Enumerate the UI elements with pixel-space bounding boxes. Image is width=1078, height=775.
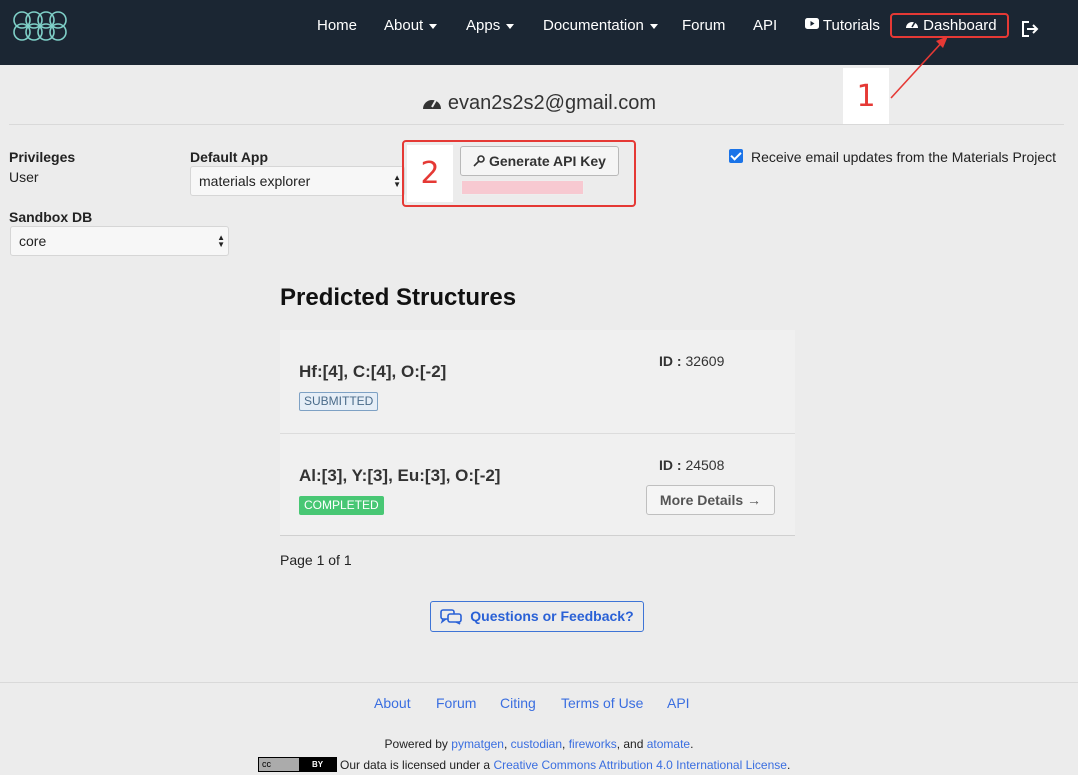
- id-value: 32609: [685, 353, 725, 369]
- email-updates-checkbox[interactable]: [729, 149, 743, 163]
- logout-icon[interactable]: [1021, 20, 1039, 38]
- id-label: ID :: [659, 353, 682, 369]
- nav-tutorials-label: Tutorials: [822, 17, 880, 34]
- structure-card: Hf:[4], C:[4], O:[-2] SUBMITTED ID : 326…: [280, 330, 795, 433]
- footer-link-api[interactable]: API: [667, 695, 690, 711]
- license-line: cc BY Our data is licensed under a Creativ…: [258, 757, 790, 772]
- annotation-step-2: 2: [407, 145, 453, 202]
- nav-home[interactable]: Home: [317, 17, 357, 35]
- user-email: evan2s2s2@gmail.com: [447, 92, 657, 114]
- more-details-button[interactable]: More Details →: [646, 485, 775, 515]
- nav-documentation-label: Documentation: [543, 17, 644, 34]
- footer-link-forum[interactable]: Forum: [436, 695, 476, 711]
- powered-by-label: Powered by: [384, 737, 448, 751]
- link-custodian[interactable]: custodian: [511, 737, 562, 751]
- email-updates-label: Receive email updates from the Materials…: [751, 149, 1057, 165]
- sandbox-db-label: Sandbox DB: [9, 209, 93, 225]
- select-arrows-icon: ▲ ▼: [393, 173, 401, 189]
- nav-forum[interactable]: Forum: [682, 17, 725, 35]
- link-atomate[interactable]: atomate: [647, 737, 690, 751]
- cc-badge-right: BY: [311, 760, 324, 769]
- license-link[interactable]: Creative Commons Attribution 4.0 Interna…: [493, 758, 787, 772]
- section-title: Predicted Structures: [280, 284, 517, 311]
- powered-and: and: [623, 737, 644, 751]
- sandbox-db-select[interactable]: core ▲ ▼: [10, 226, 229, 256]
- footer-link-citing[interactable]: Citing: [500, 695, 536, 711]
- id-label: ID :: [659, 457, 682, 473]
- link-fireworks[interactable]: fireworks: [569, 737, 617, 751]
- nav-api[interactable]: API: [753, 17, 777, 35]
- divider: [9, 124, 1064, 125]
- privileges-value: User: [9, 169, 39, 185]
- pagination-text: Page 1 of 1: [280, 552, 352, 568]
- nav-apps-label: Apps: [466, 17, 501, 34]
- dashboard-gauge-icon: [422, 99, 441, 109]
- footer-divider: [0, 682, 1078, 683]
- id-value: 24508: [685, 457, 725, 473]
- structure-formula: Al:[3], Y:[3], Eu:[3], O:[-2]: [299, 466, 501, 485]
- cc-badge-left: cc: [259, 758, 299, 771]
- default-app-value: materials explorer: [199, 173, 311, 189]
- generate-api-key-button[interactable]: Generate API Key: [460, 146, 619, 176]
- chevron-down-icon: [429, 23, 438, 29]
- privileges-label: Privileges: [9, 149, 76, 165]
- default-app-label: Default App: [190, 149, 269, 165]
- key-icon: [473, 155, 485, 167]
- page-title: evan2s2s2@gmail.com: [0, 92, 1078, 115]
- structure-id: ID : 24508: [659, 457, 724, 473]
- select-arrows-icon: ▲ ▼: [217, 233, 225, 249]
- nav-tutorials[interactable]: Tutorials: [805, 17, 880, 35]
- powered-by: Powered by pymatgen, custodian, firework…: [384, 737, 694, 751]
- materials-project-logo[interactable]: [10, 6, 68, 46]
- api-key-redacted: [461, 180, 584, 195]
- nav-about[interactable]: About: [384, 17, 438, 35]
- sandbox-db-value: core: [19, 233, 47, 249]
- generate-api-key-label: Generate API Key: [488, 153, 606, 169]
- status-badge: COMPLETED: [299, 496, 384, 515]
- structure-id: ID : 32609: [659, 353, 724, 369]
- default-app-select[interactable]: materials explorer ▲ ▼: [190, 166, 405, 196]
- chevron-down-icon: [649, 23, 658, 29]
- link-pymatgen[interactable]: pymatgen: [451, 737, 504, 751]
- nav-apps[interactable]: Apps: [466, 17, 515, 35]
- license-prefix: Our data is licensed under a: [340, 758, 491, 772]
- footer-link-about[interactable]: About: [374, 695, 411, 711]
- nav-documentation[interactable]: Documentation: [543, 17, 658, 35]
- feedback-button[interactable]: Questions or Feedback?: [430, 601, 644, 632]
- footer-link-terms[interactable]: Terms of Use: [561, 695, 643, 711]
- chat-bubbles-icon: [440, 609, 463, 625]
- structure-card: Al:[3], Y:[3], Eu:[3], O:[-2] COMPLETED …: [280, 433, 795, 536]
- structure-formula: Hf:[4], C:[4], O:[-2]: [299, 362, 447, 381]
- youtube-icon: [805, 18, 819, 29]
- chevron-down-icon: [506, 23, 515, 29]
- nav-about-label: About: [384, 17, 424, 34]
- status-badge: SUBMITTED: [299, 392, 379, 411]
- feedback-label: Questions or Feedback?: [470, 608, 634, 624]
- cc-by-badge-icon[interactable]: cc BY: [258, 757, 337, 772]
